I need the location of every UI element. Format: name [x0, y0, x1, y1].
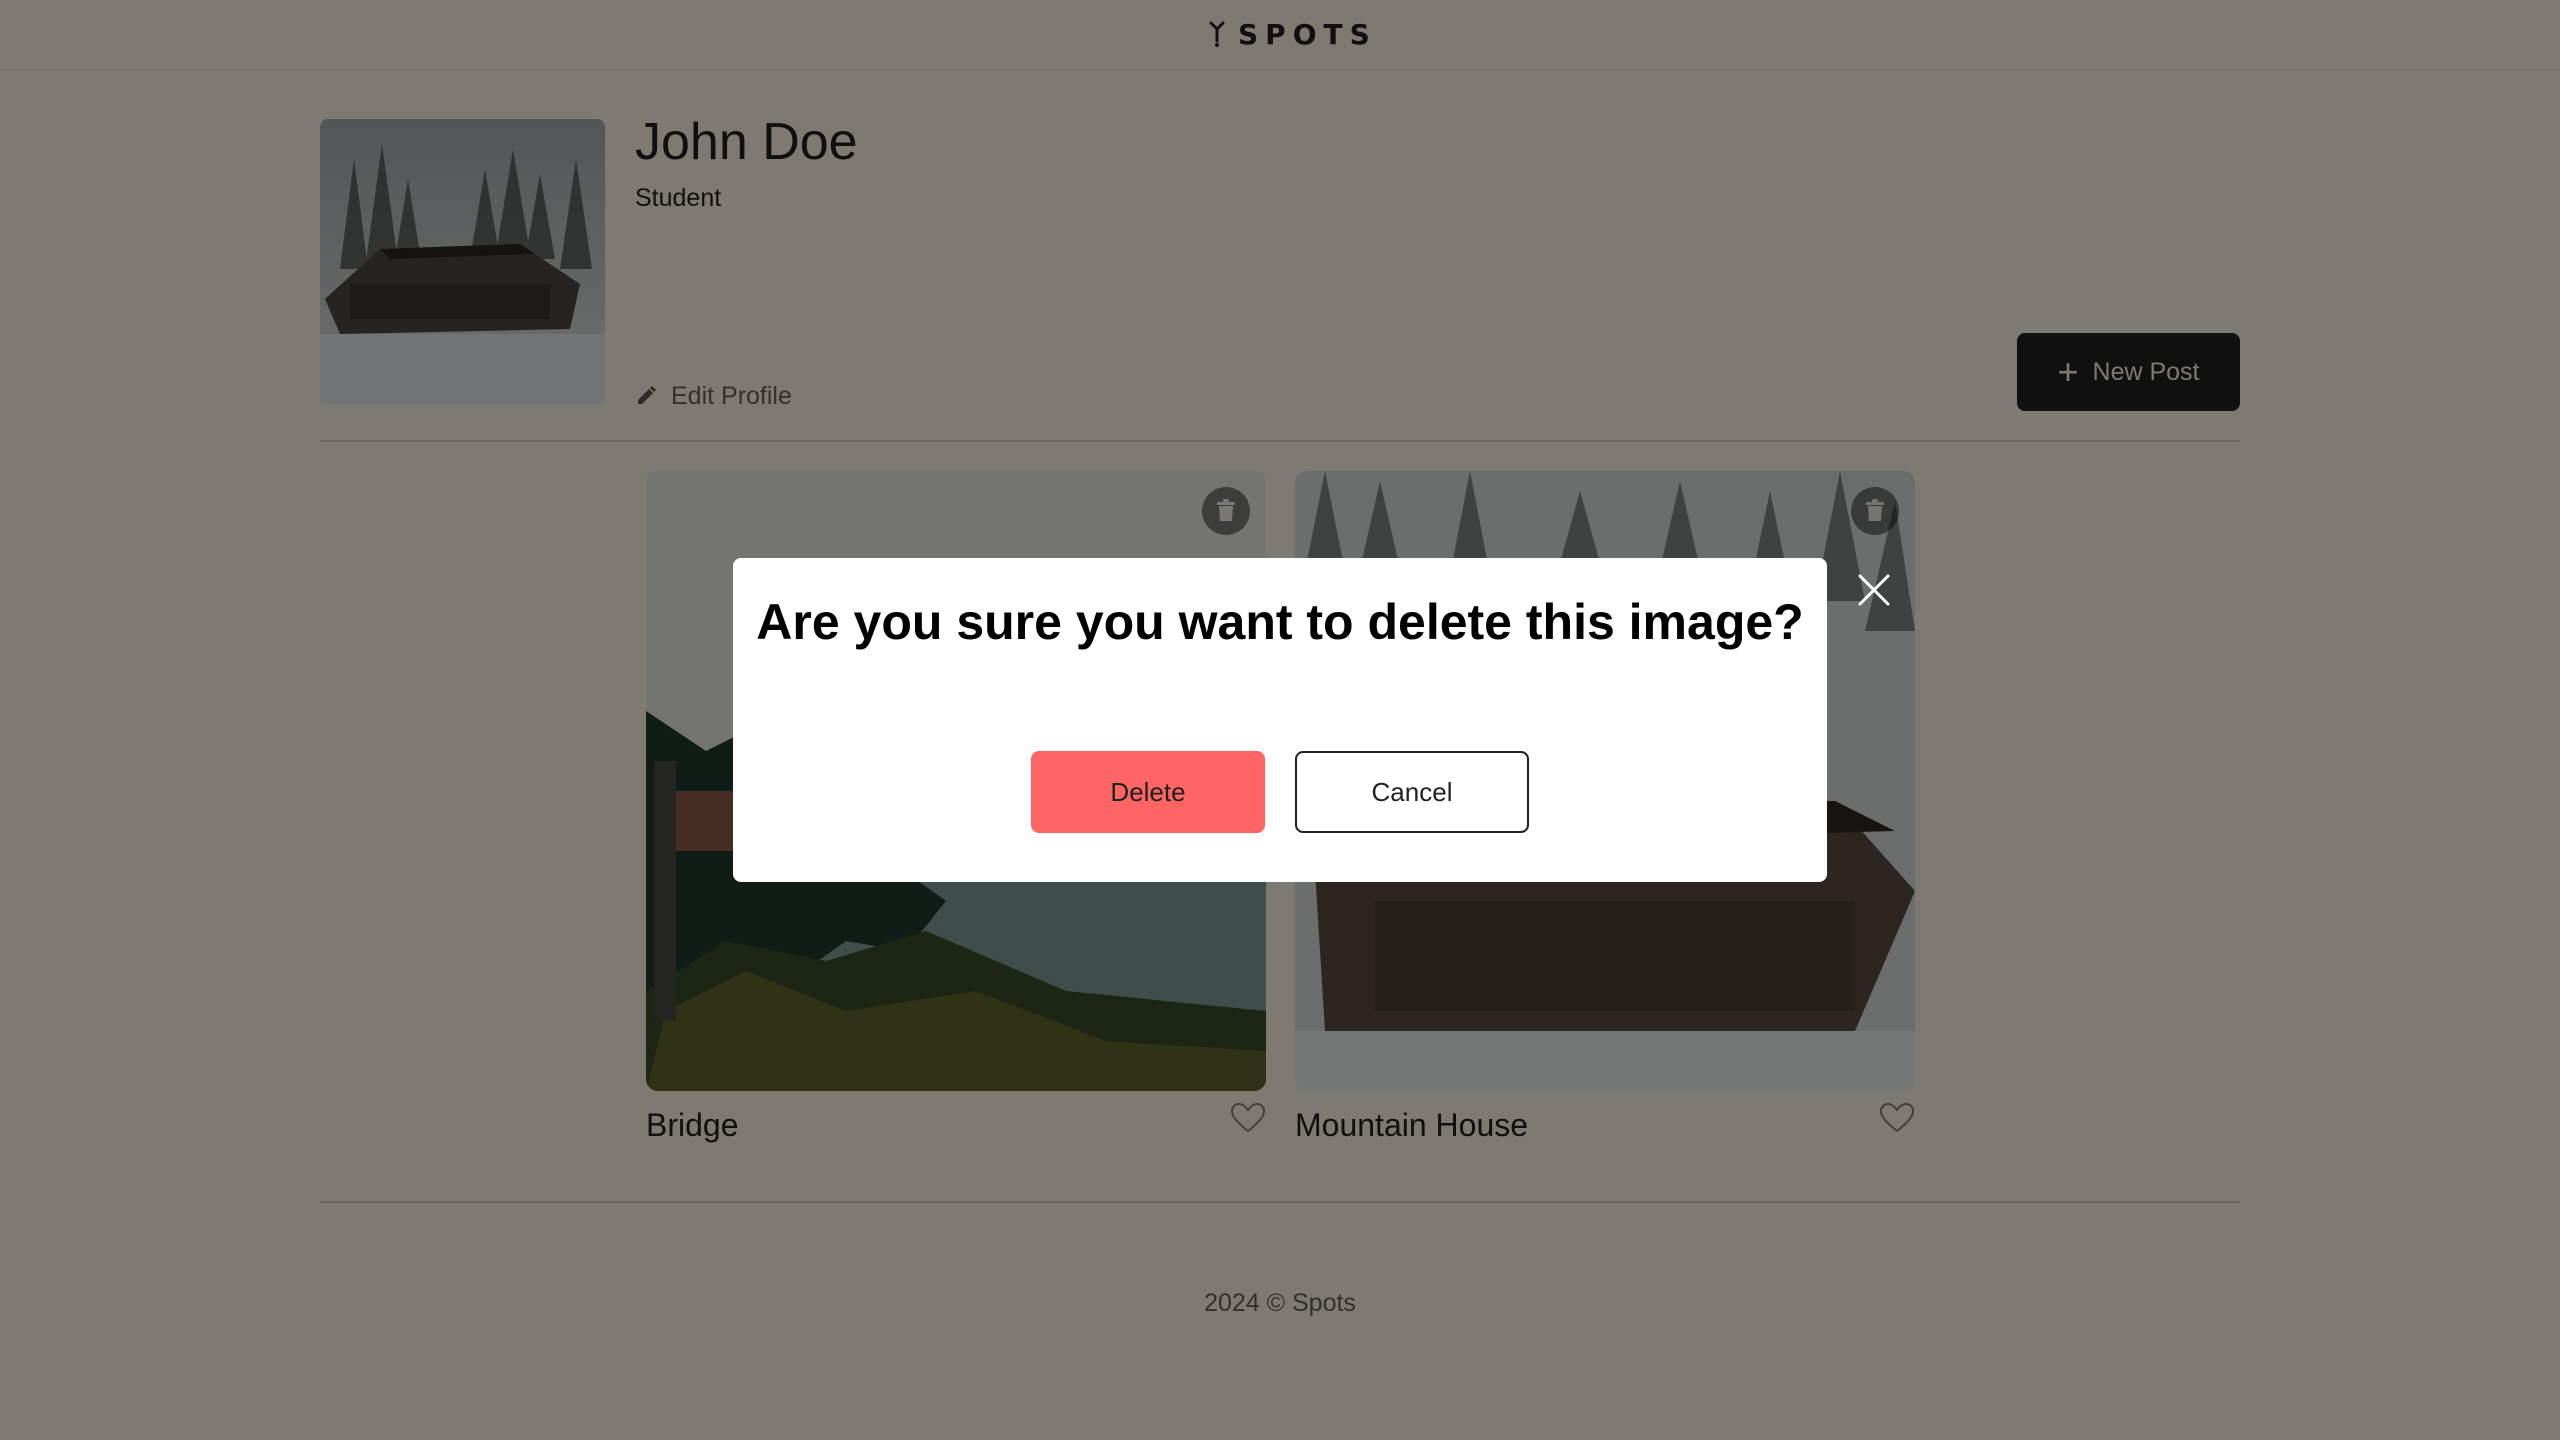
close-icon	[1858, 574, 1890, 606]
modal-title: Are you sure you want to delete this ima…	[756, 594, 1804, 650]
close-modal-button[interactable]	[1856, 572, 1892, 608]
cancel-button[interactable]: Cancel	[1295, 751, 1529, 833]
modal-button-group: Delete Cancel	[1031, 751, 1529, 833]
delete-confirm-modal: Are you sure you want to delete this ima…	[733, 558, 1827, 882]
delete-button[interactable]: Delete	[1031, 751, 1265, 833]
